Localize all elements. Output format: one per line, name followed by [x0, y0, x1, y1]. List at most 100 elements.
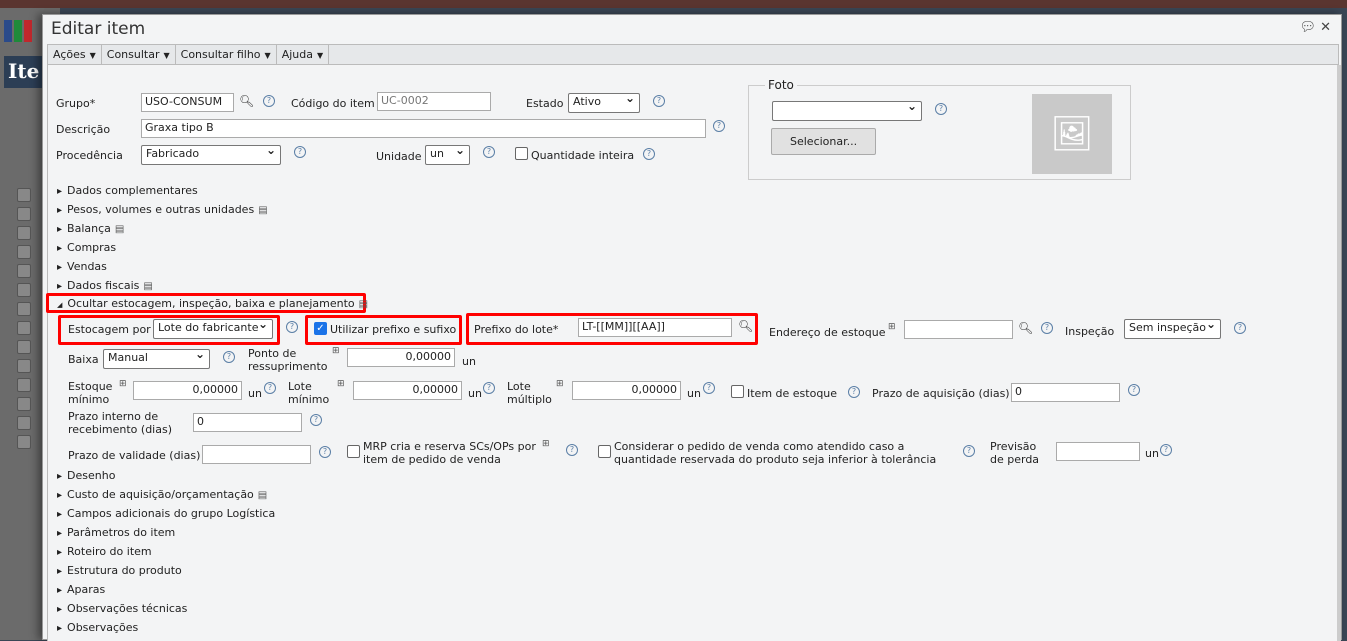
help-icon[interactable]: ?: [286, 321, 298, 333]
mrp-checkbox[interactable]: [347, 445, 360, 458]
menu-consultar-filho[interactable]: Consultar filho ▼: [176, 45, 277, 64]
expand-icon[interactable]: ⊞: [119, 379, 127, 389]
estoque-minimo-label-2: mínimo: [68, 393, 110, 406]
considerar-label: Considerar o pedido de venda como atendi…: [614, 440, 905, 453]
foto-label: Foto: [765, 78, 797, 92]
descricao-input[interactable]: Graxa tipo B: [141, 119, 706, 138]
lote-multiplo-input[interactable]: 0,00000: [572, 381, 681, 400]
expand-icon[interactable]: ⊞: [888, 322, 896, 332]
foto-fieldset: Foto ? Selecionar... 🖼︎: [748, 78, 1131, 180]
section-toggle[interactable]: Observações técnicas: [57, 602, 187, 615]
section-toggle[interactable]: Parâmetros do item: [57, 526, 175, 539]
help-icon[interactable]: ?: [1234, 322, 1246, 334]
help-icon[interactable]: ?: [963, 445, 975, 457]
section-toggle[interactable]: Balança▤: [57, 222, 124, 235]
section-toggle[interactable]: Vendas: [57, 260, 107, 273]
dialog-title: Editar item: [51, 19, 146, 39]
background-row-checkbox: [17, 340, 31, 354]
help-icon[interactable]: ?: [294, 146, 306, 158]
help-icon[interactable]: ?: [483, 382, 495, 394]
expand-icon[interactable]: ⊞: [337, 379, 345, 389]
help-icon[interactable]: ?: [643, 148, 655, 160]
endereco-input[interactable]: [904, 320, 1013, 339]
prazo-aquisicao-input[interactable]: 0: [1011, 383, 1120, 402]
help-icon[interactable]: ?: [848, 386, 860, 398]
expand-icon[interactable]: ⊞: [542, 439, 550, 449]
help-icon[interactable]: ?: [223, 351, 235, 363]
section-toggle[interactable]: Campos adicionais do grupo Logística: [57, 507, 275, 520]
search-icon[interactable]: 🔍︎: [239, 94, 254, 108]
section-toggle[interactable]: Pesos, volumes e outras unidades▤: [57, 203, 268, 216]
prazo-interno-label: Prazo interno de: [68, 410, 159, 423]
close-icon[interactable]: ✕: [1320, 20, 1331, 35]
help-icon[interactable]: ?: [566, 444, 578, 456]
help-icon[interactable]: ?: [1128, 384, 1140, 396]
lote-minimo-input[interactable]: 0,00000: [353, 381, 462, 400]
background-row-checkbox: [17, 283, 31, 297]
section-label: Observações técnicas: [67, 602, 188, 615]
section-toggle[interactable]: Estrutura do produto: [57, 564, 182, 577]
ponto-label-2: ressuprimento: [248, 360, 328, 373]
section-toggle[interactable]: Desenho: [57, 469, 115, 482]
help-icon[interactable]: ?: [935, 103, 947, 115]
baixa-select[interactable]: Manual: [103, 347, 210, 369]
considerar-checkbox[interactable]: [598, 445, 611, 458]
help-icon[interactable]: ?: [264, 382, 276, 394]
expand-icon[interactable]: ⊞: [556, 379, 564, 389]
background-row-checkbox: [17, 207, 31, 221]
help-icon[interactable]: ?: [483, 146, 495, 158]
unidade-select[interactable]: un: [425, 143, 470, 165]
ponto-input[interactable]: 0,00000: [347, 348, 455, 367]
procedencia-select[interactable]: Fabricado: [141, 143, 281, 165]
utilizar-prefixo-checkbox[interactable]: ✓: [314, 322, 327, 335]
help-icon[interactable]: ?: [653, 95, 665, 107]
prefixo-input[interactable]: LT-[[MM]][[AA]]: [578, 318, 732, 337]
section-toggle[interactable]: Dados fiscais▤: [57, 279, 153, 292]
inspecao-select[interactable]: Sem inspeção: [1124, 317, 1221, 339]
menu-acoes[interactable]: Ações ▼: [48, 45, 102, 64]
background-row-checkbox: [17, 188, 31, 202]
section-toggle[interactable]: Compras: [57, 241, 116, 254]
edit-item-dialog: Editar item 💬︎ ✕ Ações ▼ Consultar ▼ Consu…: [42, 14, 1342, 641]
prazo-validade-input[interactable]: [202, 445, 311, 464]
previsao-perda-input[interactable]: [1056, 442, 1140, 461]
search-icon[interactable]: 🔍︎: [738, 319, 753, 333]
estoque-minimo-input[interactable]: 0,00000: [133, 381, 242, 400]
estado-select[interactable]: Ativo: [568, 91, 640, 113]
codigo-input[interactable]: UC-0002: [377, 92, 491, 111]
item-estoque-checkbox[interactable]: [731, 385, 744, 398]
section-toggle-estocagem[interactable]: Ocultar estocagem, inspeção, baixa e pla…: [57, 297, 368, 310]
unit-label: un: [687, 387, 701, 400]
expand-icon[interactable]: ⊞: [332, 346, 340, 356]
background-row-checkbox: [17, 226, 31, 240]
selecionar-button[interactable]: Selecionar...: [771, 128, 877, 155]
grupo-input[interactable]: USO-CONSUM: [141, 93, 234, 112]
scrollbar[interactable]: [1337, 65, 1341, 641]
help-icon[interactable]: ?: [319, 446, 331, 458]
mrp-label: MRP cria e reserva SCs/OPs por: [363, 440, 536, 453]
search-icon[interactable]: 🔍︎: [1018, 321, 1033, 335]
chat-icon[interactable]: 💬︎: [1299, 20, 1316, 35]
section-toggle[interactable]: Roteiro do item: [57, 545, 152, 558]
section-label: Dados fiscais: [67, 279, 140, 292]
quantidade-inteira-checkbox[interactable]: [515, 147, 528, 160]
estocagem-select[interactable]: Lote do fabricante: [153, 317, 273, 339]
endereco-label: Endereço de estoque: [769, 326, 886, 339]
menu-consultar[interactable]: Consultar ▼: [102, 45, 176, 64]
unidade-label: Unidade: [376, 150, 422, 163]
help-icon[interactable]: ?: [1160, 444, 1172, 456]
section-toggle[interactable]: Observações: [57, 621, 138, 634]
procedencia-label: Procedência: [56, 149, 123, 162]
help-icon[interactable]: ?: [310, 414, 322, 426]
help-icon[interactable]: ?: [713, 120, 725, 132]
help-icon[interactable]: ?: [263, 95, 275, 107]
section-toggle[interactable]: Aparas: [57, 583, 105, 596]
help-icon[interactable]: ?: [703, 382, 715, 394]
foto-select[interactable]: [772, 99, 922, 121]
section-toggle[interactable]: Dados complementares: [57, 184, 198, 197]
menu-ajuda[interactable]: Ajuda ▼: [277, 45, 330, 64]
section-label: Dados complementares: [67, 184, 198, 197]
section-toggle[interactable]: Custo de aquisição/orçamentação▤: [57, 488, 267, 501]
prazo-interno-input[interactable]: 0: [193, 413, 302, 432]
help-icon[interactable]: ?: [1041, 322, 1053, 334]
